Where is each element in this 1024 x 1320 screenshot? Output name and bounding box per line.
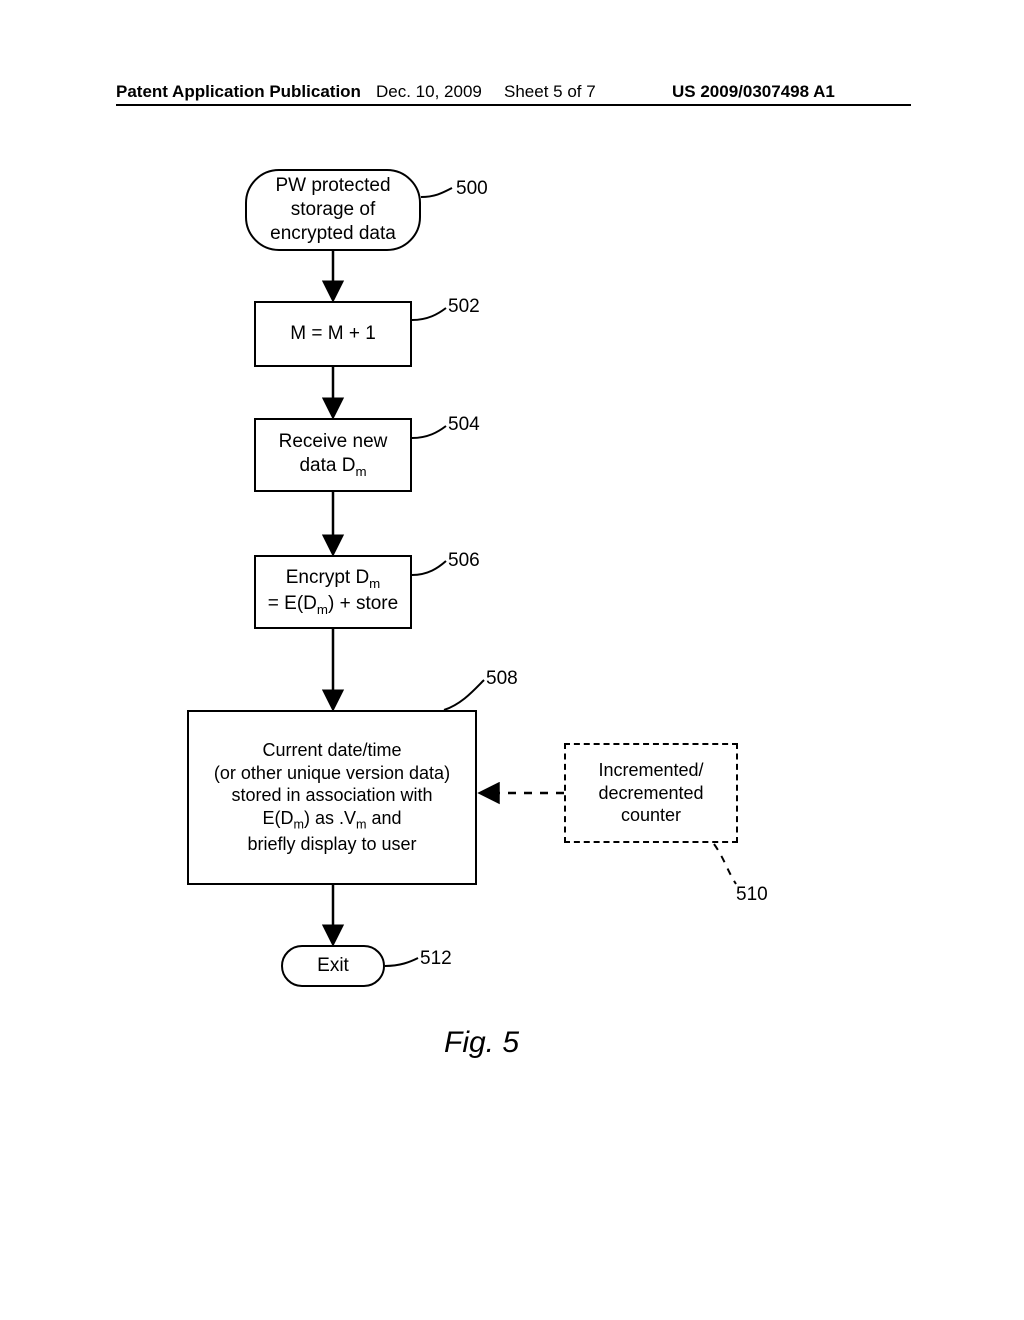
node-start-line3: encrypted data: [270, 222, 396, 246]
node-506-line2-suffix: ) + store: [328, 593, 398, 614]
node-510-line3: counter: [621, 804, 681, 827]
node-508-l4-suf: and: [366, 808, 401, 828]
node-start-line1: PW protected: [275, 174, 390, 198]
node-510-line2: decremented: [598, 782, 703, 805]
flowchart-canvas: PW protected storage of encrypted data M…: [0, 0, 1024, 1320]
ref-label-510: 510: [736, 884, 768, 906]
ref-label-504: 504: [448, 414, 480, 436]
node-exit-text: Exit: [317, 954, 349, 978]
node-504-line2: data Dm: [299, 454, 366, 480]
node-508-line3: stored in association with: [231, 784, 432, 807]
ref-label-506: 506: [448, 550, 480, 572]
node-start-line2: storage of: [291, 198, 376, 222]
node-508-l4-s1: m: [293, 817, 304, 831]
node-508-l4-mid: ) as .V: [304, 808, 356, 828]
node-504-line2-sub: m: [355, 463, 366, 478]
ref-label-508: 508: [486, 668, 518, 690]
node-510-counter: Incremented/ decremented counter: [564, 743, 738, 843]
node-506-line1-sub: m: [369, 575, 380, 590]
node-508-l4-s2: m: [356, 817, 367, 831]
node-502-text: M = M + 1: [290, 322, 376, 346]
node-508-line1: Current date/time: [262, 739, 401, 762]
node-506-process: Encrypt Dm = E(Dm) + store: [254, 555, 412, 629]
connectors-overlay: [0, 0, 1024, 1320]
node-508-l4-p1: E(D: [262, 808, 293, 828]
node-508-line4: E(Dm) as .Vm and: [262, 807, 401, 833]
node-start-terminator: PW protected storage of encrypted data: [245, 169, 421, 251]
node-508-process: Current date/time (or other unique versi…: [187, 710, 477, 885]
node-506-line2: = E(Dm) + store: [268, 592, 398, 618]
ref-label-512: 512: [420, 948, 452, 970]
ref-label-502: 502: [448, 296, 480, 318]
node-exit-terminator: Exit: [281, 945, 385, 987]
node-506-line2-prefix: = E(D: [268, 593, 317, 614]
node-504-process: Receive new data Dm: [254, 418, 412, 492]
node-502-process: M = M + 1: [254, 301, 412, 367]
node-508-line5: briefly display to user: [247, 833, 416, 856]
node-506-line2-sub: m: [317, 602, 328, 617]
node-508-line2: (or other unique version data): [214, 762, 450, 785]
node-506-line1-prefix: Encrypt D: [286, 567, 369, 588]
node-504-line2-prefix: data D: [299, 455, 355, 476]
node-504-line1: Receive new: [279, 430, 388, 454]
figure-caption: Fig. 5: [444, 1026, 519, 1060]
ref-label-500: 500: [456, 178, 488, 200]
node-506-line1: Encrypt Dm: [286, 566, 381, 592]
node-510-line1: Incremented/: [598, 759, 703, 782]
